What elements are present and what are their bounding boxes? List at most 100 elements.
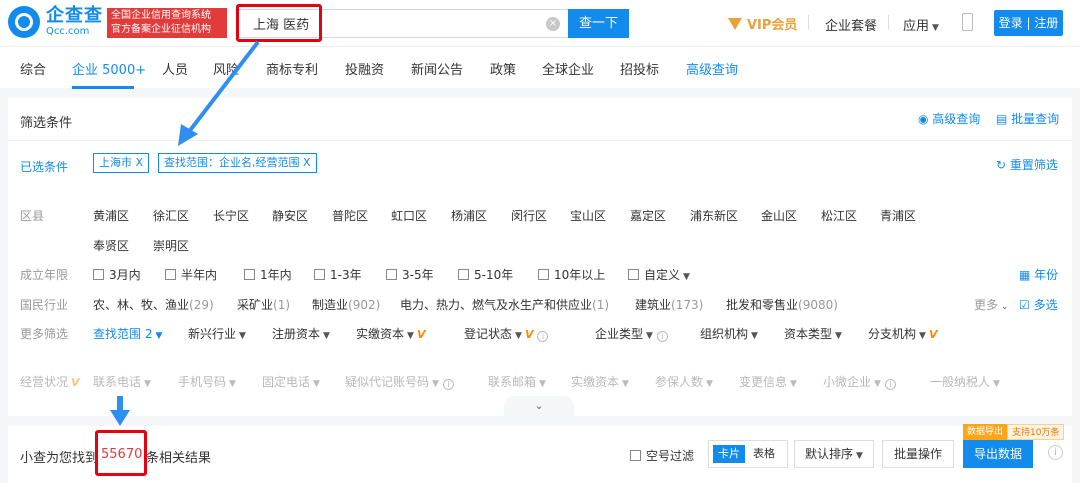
info-icon[interactable]: i: [442, 379, 454, 390]
checkbox[interactable]: [538, 269, 549, 280]
tab-global[interactable]: 全球企业: [542, 59, 594, 78]
tab-bidding[interactable]: 招投标: [620, 59, 659, 78]
district-option[interactable]: 青浦区: [880, 207, 916, 224]
organization-dropdown[interactable]: 组织机构 ▼: [700, 325, 758, 342]
paid-capital-dropdown[interactable]: 实缴资本 ▼ V: [356, 325, 425, 342]
district-option[interactable]: 浦东新区: [690, 207, 738, 224]
checkbox[interactable]: [458, 269, 469, 280]
company-type-dropdown[interactable]: 企业类型 ▼ i: [595, 325, 668, 342]
registered-capital-dropdown[interactable]: 注册资本 ▼: [272, 325, 330, 342]
selected-tag-city[interactable]: 上海市 X: [93, 153, 150, 173]
emerging-industry-dropdown[interactable]: 新兴行业 ▼: [188, 325, 246, 342]
clear-icon[interactable]: ×: [546, 17, 560, 31]
checkbox[interactable]: [244, 269, 255, 280]
industry-option[interactable]: 建筑业(173): [635, 296, 703, 313]
founded-option[interactable]: 3-5年: [386, 266, 434, 283]
district-option[interactable]: 静安区: [272, 207, 308, 224]
mobile-icon[interactable]: [962, 13, 973, 31]
vip-link[interactable]: VIP会员: [728, 14, 797, 33]
district-option[interactable]: 虹口区: [391, 207, 427, 224]
batch-search-link[interactable]: ▤ 批量查询: [996, 110, 1059, 127]
district-option[interactable]: 嘉定区: [630, 207, 666, 224]
tab-all[interactable]: 综合: [20, 59, 46, 78]
district-option[interactable]: 金山区: [761, 207, 797, 224]
apps-menu[interactable]: 应用 ▼: [903, 15, 939, 34]
checkbox[interactable]: [165, 269, 176, 280]
capital-type-dropdown[interactable]: 资本类型 ▼: [784, 325, 842, 342]
founded-option[interactable]: 10年以上: [538, 266, 605, 283]
checkbox[interactable]: [630, 450, 641, 461]
tab-investment[interactable]: 投融资: [345, 59, 384, 78]
checkbox[interactable]: [314, 269, 325, 280]
industry-option[interactable]: 批发和零售业(9080): [726, 296, 838, 313]
view-card-button[interactable]: 卡片: [713, 445, 745, 463]
faded-filter[interactable]: 经营状况 V: [20, 373, 80, 390]
advanced-search-link[interactable]: ◉ 高级查询: [918, 110, 980, 127]
login-register-button[interactable]: 登录 | 注册: [994, 10, 1063, 36]
checkbox[interactable]: [628, 269, 639, 280]
faded-filter[interactable]: 联系邮箱 ▼: [488, 373, 546, 390]
multi-select[interactable]: ☑ 多选: [1019, 296, 1058, 313]
district-option[interactable]: 闵行区: [511, 207, 547, 224]
founded-option[interactable]: 自定义 ▼: [628, 266, 690, 283]
industry-option[interactable]: 电力、热力、燃气及水生产和供应业(1): [400, 296, 609, 313]
faded-filter[interactable]: 实缴资本 ▼: [571, 373, 629, 390]
reset-filter-link[interactable]: ↻ 重置筛选: [996, 156, 1058, 173]
checkbox[interactable]: [386, 269, 397, 280]
faded-filter[interactable]: 一般纳税人 ▼: [930, 373, 1000, 390]
package-link[interactable]: 企业套餐: [825, 15, 877, 34]
export-data-button[interactable]: 导出数据: [963, 440, 1033, 468]
founded-option[interactable]: 半年内: [165, 266, 217, 283]
faded-filter[interactable]: 参保人数 ▼: [655, 373, 713, 390]
founded-option[interactable]: 1年内: [244, 266, 292, 283]
district-option[interactable]: 奉贤区: [93, 237, 129, 254]
faded-filter[interactable]: 固定电话 ▼: [262, 373, 320, 390]
info-icon[interactable]: i: [656, 331, 668, 342]
empty-number-filter[interactable]: 空号过滤: [630, 447, 694, 464]
more-industries[interactable]: 更多 ⌄: [974, 296, 1009, 313]
collapse-toggle[interactable]: ⌄: [504, 396, 574, 416]
district-option[interactable]: 长宁区: [213, 207, 249, 224]
help-icon[interactable]: i: [1048, 445, 1063, 460]
year-toggle[interactable]: ▦ 年份: [1019, 266, 1058, 283]
search-button[interactable]: 查一下: [568, 9, 629, 38]
industry-option[interactable]: 农、林、牧、渔业(29): [93, 296, 214, 313]
founded-option[interactable]: 1-3年: [314, 266, 362, 283]
scope-dropdown[interactable]: 查找范围 2 ▼: [93, 325, 162, 342]
view-table-button[interactable]: 表格: [753, 445, 775, 463]
selected-tag-scope[interactable]: 查找范围：企业名,经营范围 X: [158, 153, 317, 173]
calendar-icon: ▦: [1019, 268, 1035, 282]
faded-filter[interactable]: 小微企业 ▼ i: [823, 373, 896, 390]
founded-option[interactable]: 5-10年: [458, 266, 513, 283]
tab-news[interactable]: 新闻公告: [411, 59, 463, 78]
faded-filter[interactable]: 手机号码 ▼: [178, 373, 236, 390]
logo[interactable]: 企查查 Qcc.com: [8, 6, 103, 38]
branch-dropdown[interactable]: 分支机构 ▼ V: [868, 325, 937, 342]
faded-filter[interactable]: 联系电话 ▼: [93, 373, 151, 390]
district-option[interactable]: 杨浦区: [451, 207, 487, 224]
district-option[interactable]: 黄浦区: [93, 207, 129, 224]
tab-policy[interactable]: 政策: [490, 59, 516, 78]
industry-option[interactable]: 制造业(902): [312, 296, 380, 313]
checkbox[interactable]: [93, 269, 104, 280]
tab-advanced[interactable]: 高级查询: [686, 59, 738, 78]
tab-company[interactable]: 企业 5000+: [72, 59, 146, 78]
status-dropdown[interactable]: 登记状态 ▼ Vi: [464, 325, 549, 342]
info-icon[interactable]: i: [884, 379, 896, 390]
batch-action-button[interactable]: 批量操作: [882, 440, 954, 468]
faded-filter-label: 变更信息: [739, 375, 788, 389]
district-option[interactable]: 普陀区: [332, 207, 368, 224]
tab-people[interactable]: 人员: [162, 59, 188, 78]
district-option[interactable]: 崇明区: [153, 237, 189, 254]
industry-option[interactable]: 采矿业(1): [237, 296, 290, 313]
district-option[interactable]: 松江区: [821, 207, 857, 224]
district-option[interactable]: 徐汇区: [153, 207, 189, 224]
tab-trademark[interactable]: 商标专利: [266, 59, 318, 78]
district-option[interactable]: 宝山区: [570, 207, 606, 224]
faded-filter[interactable]: 疑似代记账号码 ▼ i: [345, 373, 454, 390]
info-icon[interactable]: i: [537, 331, 549, 342]
founded-option[interactable]: 3月内: [93, 266, 141, 283]
sort-dropdown[interactable]: 默认排序 ▼: [794, 440, 874, 468]
tab-risk[interactable]: 风险: [213, 59, 239, 78]
faded-filter[interactable]: 变更信息 ▼: [739, 373, 797, 390]
